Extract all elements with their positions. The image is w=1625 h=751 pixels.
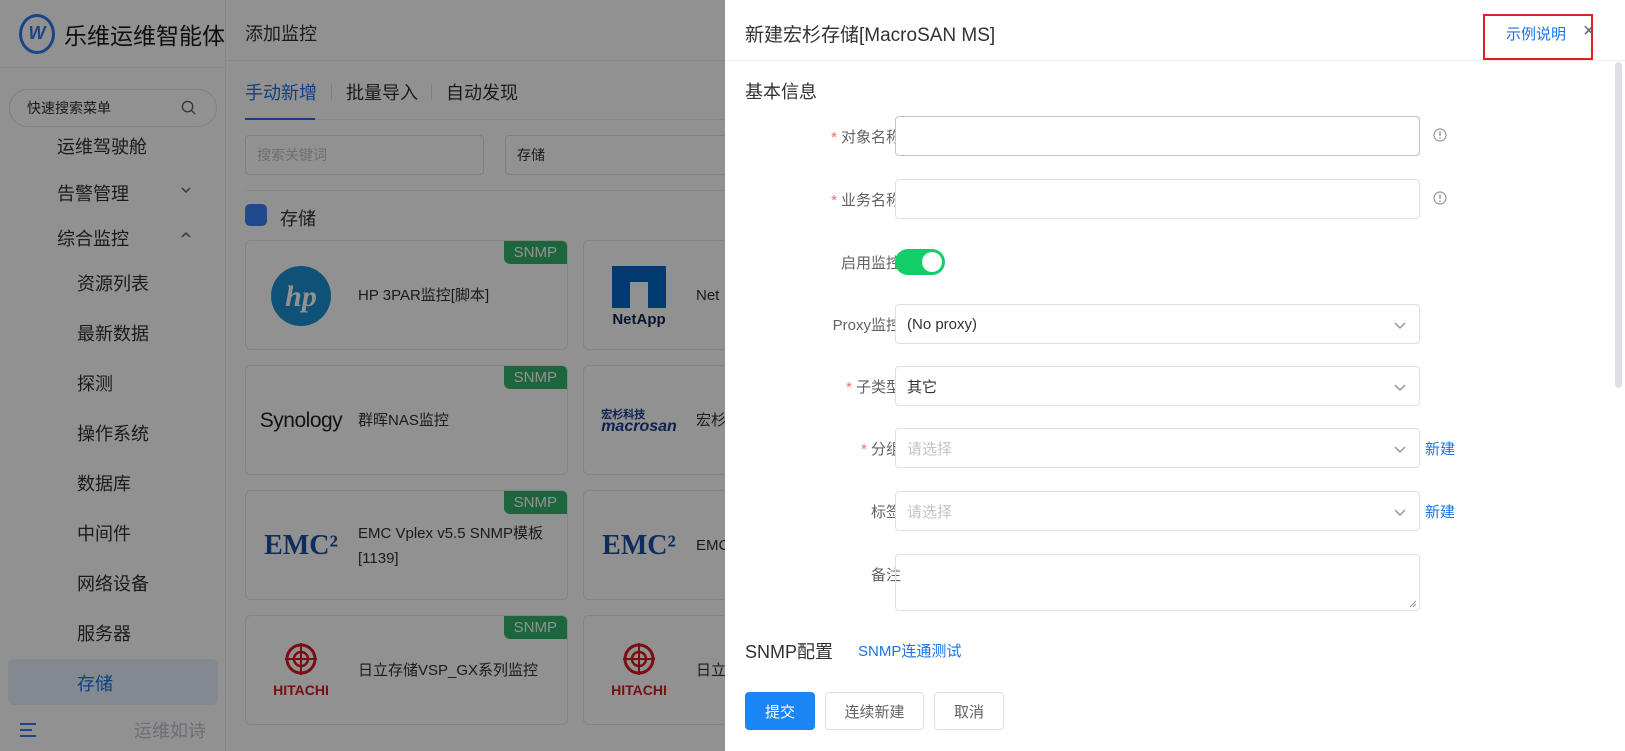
- subtype-value: 其它: [907, 378, 938, 396]
- remark-textarea[interactable]: [895, 554, 1420, 611]
- chevron-down-icon: [1394, 446, 1406, 453]
- field-label: 启用监控: [840, 255, 901, 272]
- cancel-button[interactable]: 取消: [934, 692, 1004, 730]
- chevron-down-icon: [1394, 509, 1406, 516]
- object-name-input[interactable]: [895, 116, 1420, 156]
- close-icon[interactable]: ×: [1583, 20, 1595, 42]
- field-label: Proxy监控: [832, 317, 901, 334]
- enable-monitor-toggle[interactable]: [895, 249, 945, 275]
- business-name-input[interactable]: [895, 179, 1420, 219]
- field-label: * 对象名称: [831, 129, 901, 146]
- drawer-title: 新建宏杉存储[MacroSAN MS]: [745, 25, 996, 46]
- snmp-test-link[interactable]: SNMP连通测试: [858, 640, 961, 661]
- field-label: * 分组: [861, 441, 901, 458]
- field-label: 标签: [870, 504, 901, 521]
- new-group-link[interactable]: 新建: [1425, 438, 1455, 459]
- proxy-select[interactable]: (No proxy): [895, 304, 1420, 344]
- new-tag-link[interactable]: 新建: [1425, 501, 1455, 522]
- submit-button[interactable]: 提交: [745, 692, 815, 730]
- subtype-select[interactable]: 其它: [895, 366, 1420, 406]
- chevron-down-icon: [1394, 322, 1406, 329]
- new-monitor-drawer: 新建宏杉存储[MacroSAN MS] 示例说明 × 基本信息 * 对象名称 * 业…: [725, 0, 1625, 751]
- info-icon[interactable]: [1433, 191, 1447, 205]
- field-label: 备注: [870, 567, 901, 584]
- field-label: * 业务名称: [831, 192, 901, 209]
- chevron-down-icon: [1394, 384, 1406, 391]
- divider: [725, 60, 1625, 61]
- tags-placeholder: 请选择: [907, 503, 953, 521]
- section-basic-info: 基本信息: [745, 82, 817, 102]
- field-label: * 子类型: [846, 379, 901, 396]
- scrollbar[interactable]: [1615, 62, 1622, 388]
- proxy-value: (No proxy): [907, 315, 978, 333]
- info-icon[interactable]: [1433, 128, 1447, 142]
- modal-overlay[interactable]: [0, 0, 725, 751]
- help-link[interactable]: 示例说明: [1506, 23, 1566, 44]
- group-placeholder: 请选择: [907, 440, 953, 458]
- continue-create-button[interactable]: 连续新建: [825, 692, 924, 730]
- resize-handle-icon[interactable]: [1409, 600, 1417, 608]
- tags-select[interactable]: 请选择: [895, 491, 1420, 531]
- group-select[interactable]: 请选择: [895, 428, 1420, 468]
- section-snmp-config: SNMP配置: [745, 642, 834, 662]
- toggle-knob: [922, 252, 942, 272]
